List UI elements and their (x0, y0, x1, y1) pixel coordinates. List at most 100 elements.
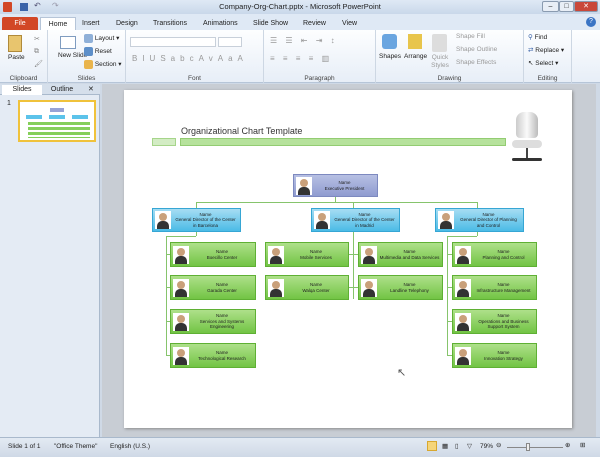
reading-view-icon[interactable]: ▯ (455, 442, 459, 450)
office-chair-image (508, 112, 546, 166)
reset-button[interactable]: Reset (84, 47, 112, 56)
font-name-input[interactable] (130, 37, 216, 47)
align-buttons[interactable]: ≡ ≡ ≡ ≡ ▥ (270, 54, 332, 63)
person-role: Mobile Services (300, 254, 332, 260)
department-box[interactable]: Name Operations and Business Support Syst… (452, 309, 537, 334)
slide-canvas[interactable]: Organizational Chart Template Name Execut… (124, 90, 572, 428)
shape-outline-button[interactable]: Shape Outline (456, 46, 497, 53)
arrange-icon (408, 34, 422, 49)
slide-sorter-icon[interactable]: ▦ (442, 442, 448, 450)
tab-transitions[interactable]: Transitions (153, 17, 187, 30)
replace-button[interactable]: ⇄ Replace ▾ (528, 46, 564, 54)
person-photo-icon (455, 245, 471, 264)
normal-view-icon[interactable] (427, 441, 437, 451)
department-box[interactable]: Name Multimedia and Data Services (358, 242, 443, 267)
slide-thumbnail[interactable] (18, 100, 96, 142)
language[interactable]: English (U.S.) (110, 443, 150, 450)
tab-slides[interactable]: Slides (2, 85, 42, 95)
find-button[interactable]: ⚲ Find (528, 33, 547, 41)
font-size-input[interactable] (218, 37, 242, 47)
cut-icon[interactable]: ✂ (34, 35, 40, 43)
slide-title: Organizational Chart Template (181, 126, 303, 136)
shape-fill-button[interactable]: Shape Fill (456, 33, 485, 40)
department-box[interactable]: Name Garada Center (170, 275, 256, 300)
theme-name[interactable]: "Office Theme" (54, 443, 97, 450)
group-paragraph: ☰ ☰ ⇤ ⇥ ↕ ≡ ≡ ≡ ≡ ▥ Paragraph (264, 30, 376, 83)
director-box[interactable]: Name General Director of the Center in Ba… (152, 208, 241, 232)
zoom-level[interactable]: 79% (480, 443, 493, 450)
close-panel-icon[interactable]: ✕ (88, 84, 94, 95)
connector-line (447, 236, 477, 237)
slide-number: 1 (7, 100, 11, 107)
person-photo-icon (455, 346, 471, 365)
person-role: General Director of Planning and Control (460, 217, 517, 228)
drawing-label: Drawing (437, 75, 462, 82)
title-bar-large (180, 138, 506, 146)
fit-slide-icon[interactable]: ⊞ (580, 441, 585, 449)
ribbon-tabs: File Home Insert Design Transitions Anim… (0, 14, 600, 30)
help-icon[interactable]: ? (586, 17, 596, 27)
person-photo-icon (268, 245, 284, 264)
tab-animations[interactable]: Animations (203, 17, 238, 30)
status-bar: Slide 1 of 1 "Office Theme" English (U.S… (0, 437, 600, 457)
person-role: Garada Center (207, 287, 237, 293)
person-role: Multimedia and Data Services (379, 254, 440, 260)
reset-label: Reset (94, 48, 112, 56)
shapes-button[interactable]: Shapes (379, 53, 401, 60)
tab-insert[interactable]: Insert (82, 17, 100, 30)
slideshow-icon[interactable]: ▽ (467, 442, 472, 450)
paste-button[interactable]: Paste (8, 54, 25, 61)
connector-line (477, 232, 478, 236)
clipboard-label: Clipboard (9, 75, 38, 82)
director-box[interactable]: Name General Director of the Center in Ma… (311, 208, 400, 232)
department-box[interactable]: Name Infrastructure Management (452, 275, 537, 300)
quick-styles-button[interactable]: Quick Styles (430, 54, 450, 70)
font-format-buttons[interactable]: BIUSabcAvAaA (132, 54, 248, 63)
select-label: Select (535, 60, 554, 67)
copy-icon[interactable]: ⧉ (34, 48, 39, 56)
minimize-button[interactable]: – (542, 1, 559, 12)
connector-line (196, 202, 478, 203)
replace-icon: ⇄ (528, 47, 534, 54)
tab-slide-show[interactable]: Slide Show (253, 17, 288, 30)
tab-outline[interactable]: Outline (44, 85, 80, 95)
zoom-in-icon[interactable]: ⊕ (565, 441, 570, 449)
person-photo-icon (268, 278, 284, 297)
zoom-out-icon[interactable]: ⊖ (496, 441, 501, 449)
zoom-slider[interactable] (507, 447, 563, 448)
tab-view[interactable]: View (342, 17, 357, 30)
department-box[interactable]: Name Planning and Control (452, 242, 537, 267)
list-buttons[interactable]: ☰ ☰ ⇤ ⇥ ↕ (270, 36, 338, 45)
tab-design[interactable]: Design (116, 17, 138, 30)
person-role: Walqa Center (302, 287, 330, 293)
department-box[interactable]: Name Walqa Center (265, 275, 349, 300)
department-box[interactable]: Name Innovation Strategy (452, 343, 537, 368)
person-photo-icon (455, 312, 471, 331)
department-box[interactable]: Name Services and Systems Engineering (170, 309, 256, 334)
tab-home[interactable]: Home (40, 17, 76, 30)
section-button[interactable]: Section ▾ (84, 60, 122, 69)
shape-effects-button[interactable]: Shape Effects (456, 59, 496, 66)
zoom-slider-thumb[interactable] (526, 443, 531, 451)
layout-button[interactable]: Layout ▾ (84, 34, 119, 43)
arrange-button[interactable]: Arrange (404, 53, 427, 60)
director-box[interactable]: Name General Director of Planning and Con… (435, 208, 524, 232)
slide-count: Slide 1 of 1 (8, 443, 41, 450)
person-photo-icon (361, 245, 377, 264)
maximize-button[interactable]: □ (559, 1, 574, 12)
new-slide-button[interactable]: New Slide (58, 52, 87, 59)
layout-icon (84, 34, 93, 43)
select-button[interactable]: ↖ Select ▾ (528, 59, 558, 67)
group-slides: New Slide Layout ▾ Reset Section ▾ Slide… (48, 30, 126, 83)
tab-file[interactable]: File (2, 17, 38, 30)
department-box[interactable]: Name Technological Research (170, 343, 256, 368)
department-box[interactable]: Name Boecillo Center (170, 242, 256, 267)
tab-review[interactable]: Review (303, 17, 326, 30)
executive-box[interactable]: Name Executive President (293, 174, 378, 197)
department-box[interactable]: Name Landline Telephony (358, 275, 443, 300)
format-painter-icon[interactable]: 🖌 (34, 60, 43, 68)
close-button[interactable]: ✕ (574, 1, 598, 12)
department-box[interactable]: Name Mobile Services (265, 242, 349, 267)
section-icon (84, 60, 93, 69)
person-role: Services and Systems Engineering (199, 318, 245, 330)
